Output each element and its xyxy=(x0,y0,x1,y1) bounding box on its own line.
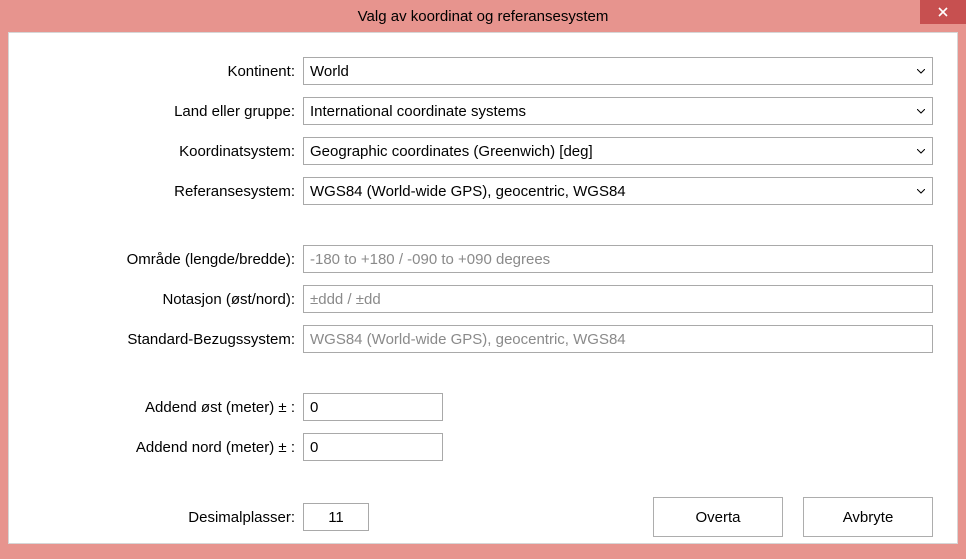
close-icon xyxy=(938,7,948,17)
label-ref-system: Referansesystem: xyxy=(33,183,303,200)
chevron-down-icon xyxy=(912,180,930,202)
label-continent: Kontinent: xyxy=(33,63,303,80)
select-ref-system-value: WGS84 (World-wide GPS), geocentric, WGS8… xyxy=(310,183,626,200)
readonly-notation-value: ±ddd / ±dd xyxy=(310,291,381,308)
readonly-area-value: -180 to +180 / -090 to +090 degrees xyxy=(310,251,550,268)
close-button[interactable] xyxy=(920,0,966,24)
chevron-down-icon xyxy=(912,100,930,122)
input-addend-east[interactable] xyxy=(303,393,443,421)
button-group: Overta Avbryte xyxy=(653,497,933,537)
label-decimals: Desimalplasser: xyxy=(33,509,303,526)
row-addend-north: Addend nord (meter) ± : xyxy=(33,433,933,461)
label-addend-east: Addend øst (meter) ± : xyxy=(33,399,303,416)
input-addend-north[interactable] xyxy=(303,433,443,461)
row-coord-system: Koordinatsystem: Geographic coordinates … xyxy=(33,137,933,165)
row-addend-east: Addend øst (meter) ± : xyxy=(33,393,933,421)
readonly-area: -180 to +180 / -090 to +090 degrees xyxy=(303,245,933,273)
label-country-group: Land eller gruppe: xyxy=(33,103,303,120)
label-std-ref: Standard-Bezugssystem: xyxy=(33,331,303,348)
cancel-button[interactable]: Avbryte xyxy=(803,497,933,537)
select-coord-system-value: Geographic coordinates (Greenwich) [deg] xyxy=(310,143,593,160)
select-continent[interactable]: World xyxy=(303,57,933,85)
label-area: Område (lengde/bredde): xyxy=(33,251,303,268)
chevron-down-icon xyxy=(912,140,930,162)
label-notation: Notasjon (øst/nord): xyxy=(33,291,303,308)
chevron-down-icon xyxy=(912,60,930,82)
select-country-group-value: International coordinate systems xyxy=(310,103,526,120)
dialog-window: Valg av koordinat og referansesystem Kon… xyxy=(0,0,966,552)
input-decimals[interactable] xyxy=(303,503,369,531)
readonly-std-ref: WGS84 (World-wide GPS), geocentric, WGS8… xyxy=(303,325,933,353)
row-country-group: Land eller gruppe: International coordin… xyxy=(33,97,933,125)
content: Kontinent: World Land eller gruppe: Inte… xyxy=(9,33,957,559)
label-coord-system: Koordinatsystem: xyxy=(33,143,303,160)
readonly-notation: ±ddd / ±dd xyxy=(303,285,933,313)
content-frame: Kontinent: World Land eller gruppe: Inte… xyxy=(8,32,958,544)
select-continent-value: World xyxy=(310,63,349,80)
apply-button[interactable]: Overta xyxy=(653,497,783,537)
select-ref-system[interactable]: WGS84 (World-wide GPS), geocentric, WGS8… xyxy=(303,177,933,205)
row-decimals-buttons: Desimalplasser: Overta Avbryte xyxy=(33,497,933,537)
titlebar: Valg av koordinat og referansesystem xyxy=(0,0,966,32)
select-country-group[interactable]: International coordinate systems xyxy=(303,97,933,125)
label-addend-north: Addend nord (meter) ± : xyxy=(33,439,303,456)
row-ref-system: Referansesystem: WGS84 (World-wide GPS),… xyxy=(33,177,933,205)
select-coord-system[interactable]: Geographic coordinates (Greenwich) [deg] xyxy=(303,137,933,165)
window-title: Valg av koordinat og referansesystem xyxy=(358,8,609,25)
row-continent: Kontinent: World xyxy=(33,57,933,85)
readonly-std-ref-value: WGS84 (World-wide GPS), geocentric, WGS8… xyxy=(310,331,626,348)
row-notation: Notasjon (øst/nord): ±ddd / ±dd xyxy=(33,285,933,313)
row-area: Område (lengde/bredde): -180 to +180 / -… xyxy=(33,245,933,273)
row-std-ref: Standard-Bezugssystem: WGS84 (World-wide… xyxy=(33,325,933,353)
